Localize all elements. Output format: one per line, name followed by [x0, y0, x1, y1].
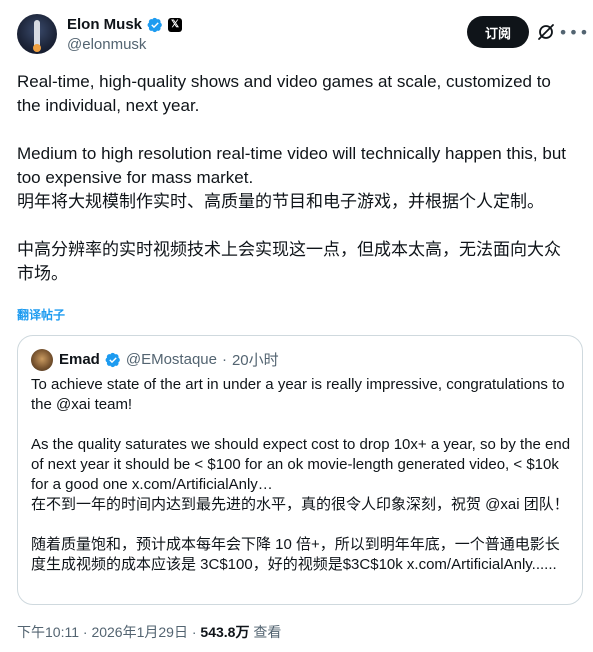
- quote-timestamp[interactable]: 20小时: [232, 349, 279, 370]
- tweet-header: Elon Musk 𝕏 @elonmusk 订阅 •••: [17, 14, 589, 56]
- author-handle[interactable]: @elonmusk: [67, 36, 146, 53]
- author-name[interactable]: Elon Musk: [67, 16, 142, 33]
- x-affiliation-icon[interactable]: 𝕏: [168, 17, 183, 32]
- tweet-footer: 下午10:11 · 2026年1月29日 · 543.8万 查看: [17, 622, 281, 642]
- quote-paragraph: 随着质量饱和，预计成本每年会下降 10 倍+，所以到明年年底，一个普通电影长度生…: [31, 536, 560, 573]
- quote-header: Emad @EMostaque · 20小时: [59, 349, 279, 370]
- tweet-paragraph: Medium to high resolution real-time vide…: [17, 144, 567, 187]
- views-label: 查看: [253, 624, 282, 640]
- author-name-row: Elon Musk 𝕏: [67, 16, 183, 33]
- verified-badge-icon[interactable]: [147, 17, 163, 33]
- grok-icon[interactable]: [536, 22, 556, 42]
- footer-separator: ·: [82, 624, 88, 640]
- more-icon[interactable]: •••: [558, 22, 588, 42]
- subscribe-button[interactable]: 订阅: [467, 16, 529, 48]
- footer-separator: ·: [191, 624, 197, 640]
- quote-body: To achieve state of the art in under a y…: [31, 375, 571, 575]
- quoted-tweet[interactable]: Emad @EMostaque · 20小时 To achieve state …: [17, 335, 583, 605]
- quote-separator: ·: [221, 351, 227, 368]
- post-date[interactable]: 2026年1月29日: [91, 624, 188, 640]
- quote-paragraph: To achieve state of the art in under a y…: [31, 376, 565, 413]
- avatar-flame: [33, 44, 41, 52]
- author-avatar[interactable]: [17, 14, 57, 54]
- post-time[interactable]: 下午10:11: [17, 624, 79, 640]
- quote-author-handle[interactable]: @EMostaque: [126, 351, 217, 368]
- views-count: 543.8万: [200, 624, 250, 640]
- quote-paragraph: As the quality saturates we should expec…: [31, 436, 571, 493]
- tweet-paragraph: 中高分辨率的实时视频技术上会实现这一点，但成本太高，无法面向大众市场。: [17, 240, 561, 283]
- translate-post-link[interactable]: 翻译帖子: [17, 306, 65, 323]
- quote-paragraph: 在不到一年的时间内达到最先进的水平，真的很令人印象深刻，祝贺 @xai 团队！: [31, 496, 569, 513]
- quote-author-name[interactable]: Emad: [59, 351, 100, 368]
- tweet-paragraph: Real-time, high-quality shows and video …: [17, 72, 551, 115]
- quote-author-avatar[interactable]: [31, 349, 53, 371]
- verified-badge-icon: [105, 352, 120, 367]
- tweet-body: Real-time, high-quality shows and video …: [17, 70, 577, 286]
- tweet-paragraph: 明年将大规模制作实时、高质量的节目和电子游戏，并根据个人定制。: [17, 192, 544, 211]
- avatar-rocket: [34, 20, 40, 46]
